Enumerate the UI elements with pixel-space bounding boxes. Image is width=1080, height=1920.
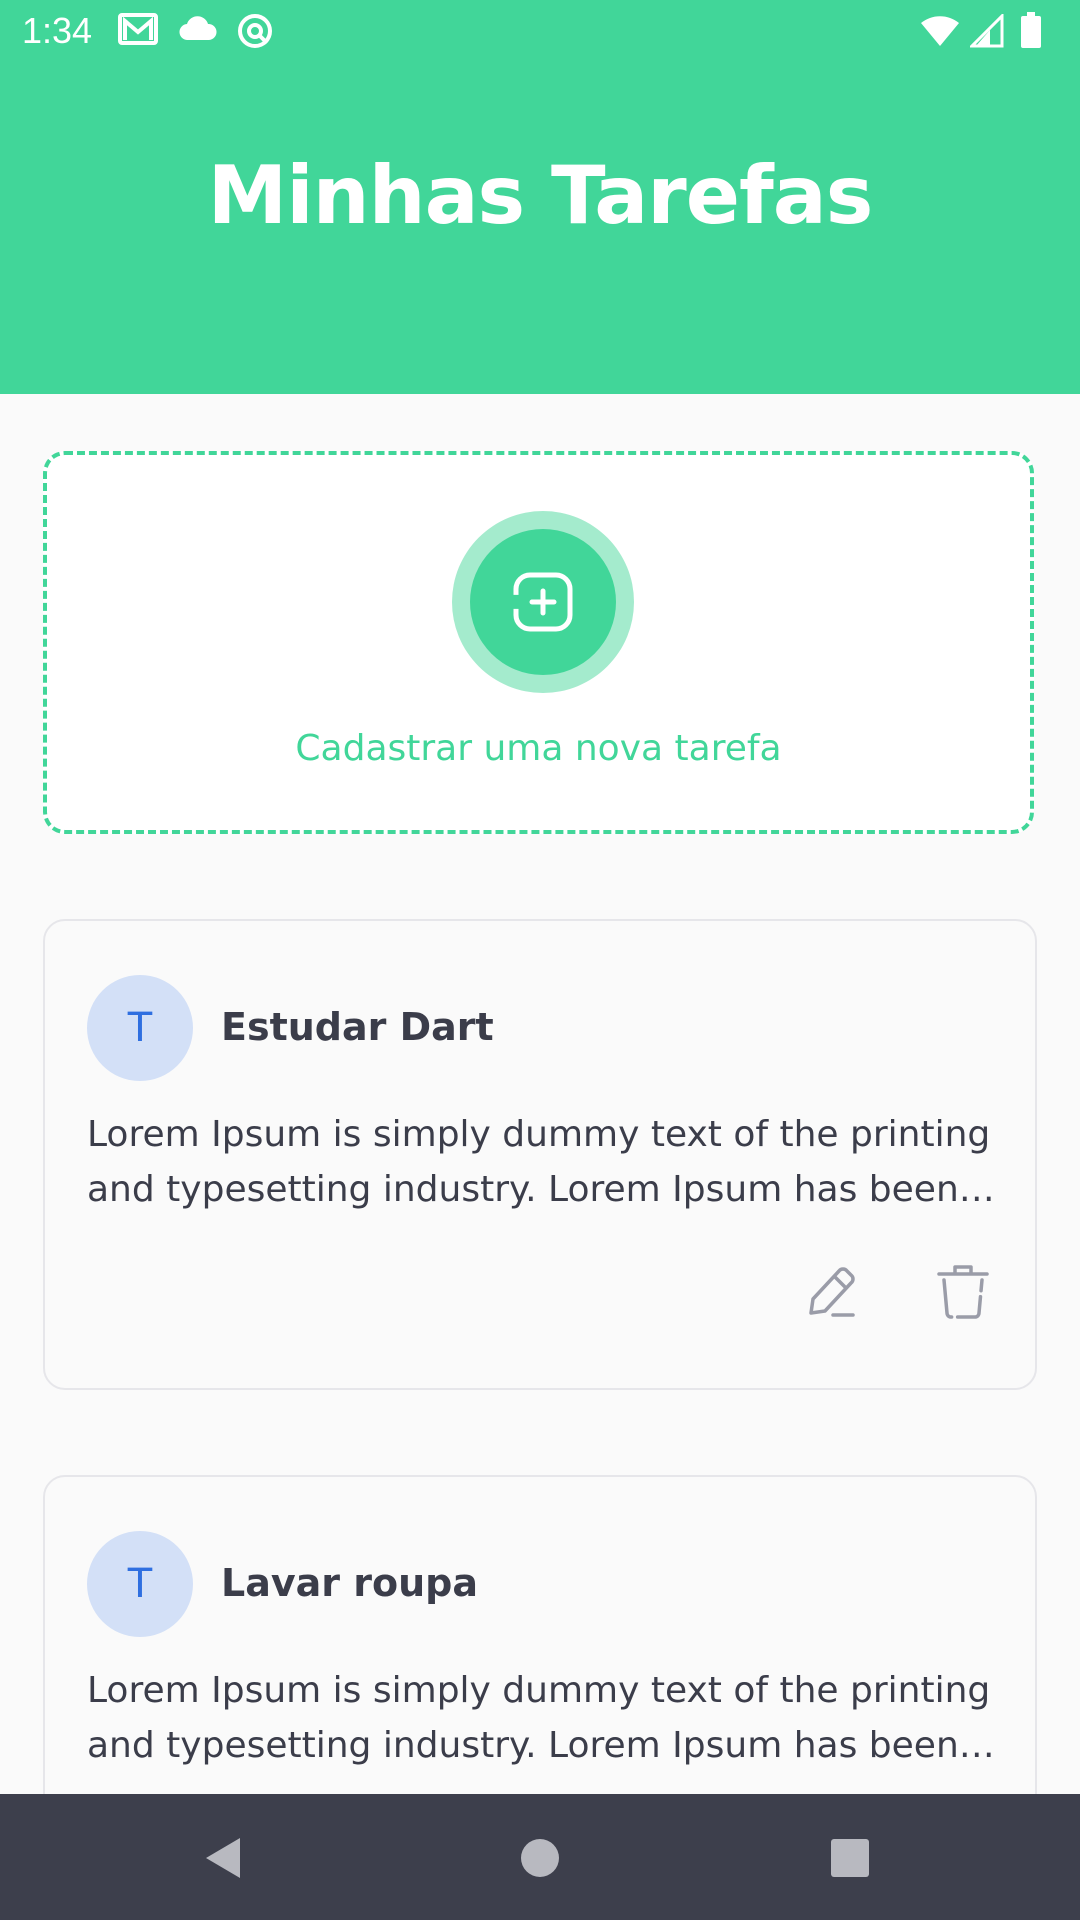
status-time: 1:34 <box>22 10 93 51</box>
trash-icon <box>937 1265 989 1319</box>
add-task-label: Cadastrar uma nova tarefa <box>295 728 782 769</box>
page-title: Minhas Tarefas <box>207 149 874 242</box>
signal-icon <box>968 12 1004 53</box>
task-title: Lavar roupa <box>221 1561 478 1605</box>
sync-icon <box>236 12 274 55</box>
status-right-icons <box>920 12 1060 52</box>
navigation-bar <box>0 1794 1080 1920</box>
app-root: 1:34 Minhas Tarefas Cadastrar uma nova t… <box>0 0 1080 1920</box>
home-icon <box>521 1839 559 1877</box>
delete-button[interactable] <box>933 1261 993 1321</box>
edit-icon <box>809 1267 855 1317</box>
home-button[interactable] <box>514 1832 566 1884</box>
status-bar: 1:34 <box>0 0 1080 63</box>
avatar: T <box>87 1531 193 1637</box>
add-button-halo <box>452 511 634 693</box>
task-title: Estudar Dart <box>221 1005 494 1049</box>
add-square-icon <box>513 572 573 632</box>
back-icon <box>206 1838 240 1878</box>
edit-button[interactable] <box>801 1261 861 1321</box>
cloud-icon <box>178 16 218 47</box>
avatar: T <box>87 975 193 1081</box>
recents-button[interactable] <box>824 1832 876 1884</box>
task-card[interactable]: T Estudar Dart Lorem Ipsum is simply dum… <box>43 919 1037 1390</box>
recents-icon <box>831 1839 869 1877</box>
add-task-card[interactable]: Cadastrar uma nova tarefa <box>43 451 1034 834</box>
battery-icon <box>1020 12 1042 53</box>
gmail-icon <box>118 12 158 51</box>
wifi-icon <box>920 14 960 53</box>
task-description: Lorem Ipsum is simply dummy text of the … <box>87 1114 991 1210</box>
header: 1:34 Minhas Tarefas <box>0 0 1080 394</box>
add-task-button[interactable] <box>470 529 616 675</box>
task-description: Lorem Ipsum is simply dummy text of the … <box>87 1670 991 1766</box>
back-button[interactable] <box>198 1832 250 1884</box>
